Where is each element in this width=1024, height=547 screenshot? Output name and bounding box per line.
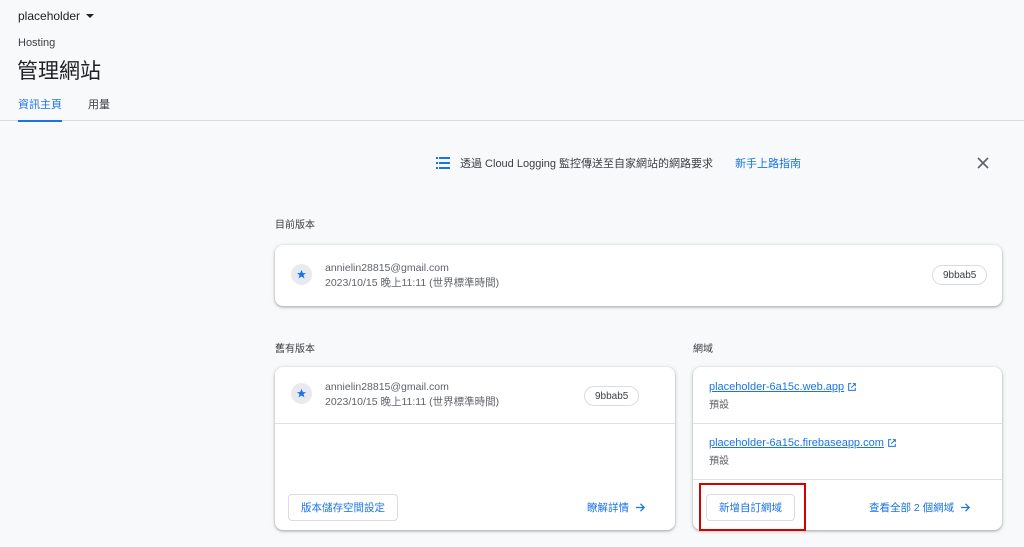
project-selector[interactable]: placeholder [18, 9, 95, 23]
logging-banner: 透過 Cloud Logging 監控傳送至自家網站的網路要求 新手上路指南 [436, 155, 801, 171]
learn-more-label: 瞭解詳情 [587, 502, 629, 514]
arrow-right-icon [961, 503, 971, 512]
tab-usage[interactable]: 用量 [88, 96, 110, 121]
domain-item: placeholder-6a15c.web.app 預設 [709, 381, 857, 411]
dropdown-arrow-icon [86, 14, 95, 18]
domain-link[interactable]: placeholder-6a15c.web.app [709, 381, 857, 393]
release-time: 2023/10/15 晚上11:11 (世界標準時間) [325, 396, 500, 408]
domain-item: placeholder-6a15c.firebaseapp.com 預設 [709, 437, 897, 467]
release-author: annielin28815@gmail.com [325, 262, 449, 274]
domains-label: 網域 [693, 344, 713, 355]
page-header: placeholder Hosting 管理網站 資訊主頁 用量 [0, 0, 1024, 122]
domain-type: 預設 [709, 456, 729, 467]
project-name: placeholder [18, 9, 81, 23]
arrow-right-icon [635, 503, 646, 512]
domain-url: placeholder-6a15c.web.app [709, 381, 845, 393]
release-entry: annielin28815@gmail.com 2023/10/15 晚上11:… [291, 261, 499, 291]
tab-dashboard[interactable]: 資訊主頁 [18, 96, 62, 122]
release-entry: annielin28815@gmail.com 2023/10/15 晚上11:… [291, 380, 499, 410]
domain-url: placeholder-6a15c.firebaseapp.com [709, 437, 884, 449]
storage-settings-button[interactable]: 版本儲存空間設定 [288, 494, 398, 521]
external-link-icon [888, 439, 896, 447]
release-author: annielin28815@gmail.com [325, 381, 449, 393]
close-icon[interactable] [976, 156, 990, 170]
previous-releases-label: 舊有版本 [275, 344, 315, 355]
current-release-label: 目前版本 [275, 220, 315, 231]
divider [693, 479, 1002, 480]
release-time: 2023/10/15 晚上11:11 (世界標準時間) [325, 277, 500, 289]
logs-icon [436, 157, 450, 169]
page-title: 管理網站 [17, 60, 101, 83]
current-release-card: annielin28815@gmail.com 2023/10/15 晚上11:… [275, 245, 1002, 306]
banner-text: 透過 Cloud Logging 監控傳送至自家網站的網路要求 [460, 158, 714, 170]
view-all-domains-button[interactable]: 查看全部 2 個網域 [869, 500, 971, 515]
tab-bar: 資訊主頁 用量 [18, 96, 134, 122]
getting-started-link[interactable]: 新手上路指南 [735, 155, 801, 171]
previous-releases-card: annielin28815@gmail.com 2023/10/15 晚上11:… [275, 367, 675, 530]
highlight-annotation [699, 483, 806, 531]
star-icon [291, 383, 312, 404]
domain-type: 預設 [709, 400, 729, 411]
learn-more-button[interactable]: 瞭解詳情 [587, 500, 646, 515]
external-link-icon [848, 383, 856, 391]
view-all-label: 查看全部 2 個網域 [869, 502, 955, 514]
version-badge: 9bbab5 [932, 265, 988, 285]
version-badge: 9bbab5 [584, 386, 640, 406]
divider [693, 423, 1002, 424]
divider [275, 423, 675, 424]
product-name: Hosting [18, 37, 56, 49]
domain-link[interactable]: placeholder-6a15c.firebaseapp.com [709, 437, 897, 449]
star-icon [291, 264, 312, 285]
